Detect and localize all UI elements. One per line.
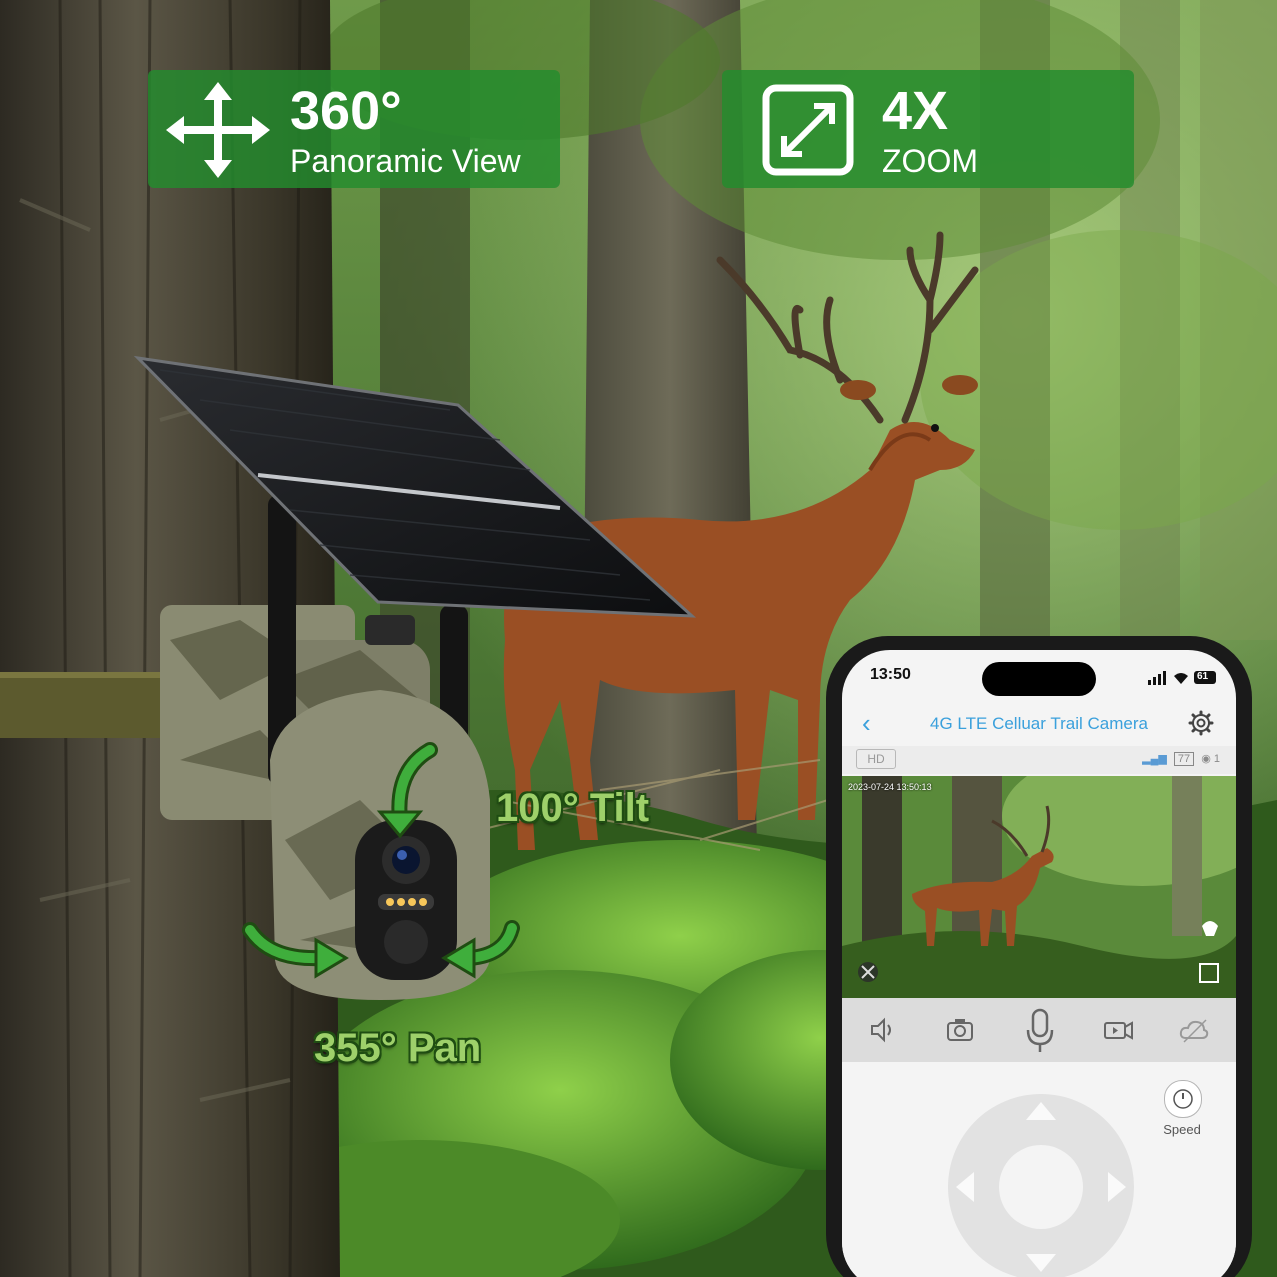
speed-label: Speed	[1163, 1122, 1201, 1137]
zoom-value: 4X	[882, 81, 949, 141]
record-icon[interactable]	[1100, 1012, 1136, 1048]
speed-button[interactable]	[1164, 1080, 1202, 1118]
viewer-count: 1	[1213, 753, 1220, 765]
camera-battery: 77	[1173, 752, 1195, 766]
hd-quality-button[interactable]: HD	[856, 749, 896, 769]
live-video-feed[interactable]: 2023-07-24 13:50:13	[842, 776, 1236, 998]
dynamic-island	[982, 662, 1096, 696]
zoom-badge: 4X ZOOM	[722, 70, 1134, 188]
product-scene: 360° Panoramic View 4X ZOOM 100° Tilt 35…	[0, 0, 1277, 1277]
four-way-arrows-icon	[166, 82, 270, 178]
speaker-icon[interactable]	[864, 1012, 900, 1048]
signal-icon: ▂▄▆	[1142, 753, 1167, 765]
zoom-label: ZOOM	[882, 143, 978, 179]
video-timestamp: 2023-07-24 13:50:13	[848, 782, 932, 792]
phone-screen: 13:50 61 ‹ 4G LTE Celluar Trail Camera H…	[842, 650, 1236, 1277]
gear-icon[interactable]	[1188, 710, 1214, 736]
status-time: 13:50	[870, 666, 911, 683]
status-icons	[1148, 671, 1216, 685]
panoramic-label: Panoramic View	[290, 143, 521, 179]
eye-icon: ◉	[1201, 753, 1211, 765]
panoramic-view-badge: 360° Panoramic View	[148, 70, 560, 188]
tilt-callout: 100° Tilt	[496, 786, 650, 830]
panoramic-value: 360°	[290, 81, 402, 141]
microphone-icon[interactable]	[1020, 1006, 1060, 1054]
control-toolbar	[842, 998, 1236, 1062]
pan-callout: 355° Pan	[314, 1026, 482, 1070]
cloud-icon[interactable]	[1176, 1012, 1212, 1048]
feed-image	[842, 776, 1236, 998]
ptz-control-area: Speed	[842, 1062, 1236, 1277]
stream-info-bar: HD ▂▄▆ 77 ◉ 1	[842, 746, 1236, 774]
battery-level: 61	[1197, 671, 1209, 682]
stream-status: ▂▄▆ 77 ◉ 1	[1142, 752, 1220, 766]
expand-icon	[762, 84, 854, 176]
snapshot-icon[interactable]	[942, 1012, 978, 1048]
direction-pad	[948, 1094, 1134, 1277]
app-title: 4G LTE Celluar Trail Camera	[930, 714, 1148, 733]
speed-icon	[1173, 1089, 1193, 1109]
smartphone: 13:50 61 ‹ 4G LTE Celluar Trail Camera H…	[826, 636, 1252, 1277]
